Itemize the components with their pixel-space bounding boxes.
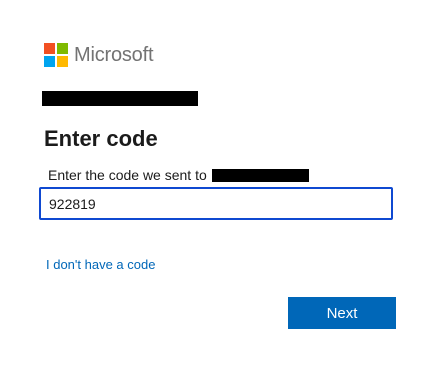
brand-name: Microsoft (74, 43, 154, 66)
microsoft-logo-icon (44, 43, 68, 67)
logo-square-yellow (57, 56, 68, 67)
next-button[interactable]: Next (288, 297, 396, 329)
redacted-account-identity (42, 91, 198, 106)
redacted-contact (211, 168, 309, 182)
microsoft-logo: Microsoft (44, 43, 154, 67)
logo-square-blue (44, 56, 55, 67)
logo-square-red (44, 43, 55, 54)
code-input[interactable] (39, 187, 393, 220)
instruction-label: Enter the code we sent to (48, 167, 207, 183)
page-title: Enter code (44, 126, 158, 151)
no-code-link[interactable]: I don't have a code (46, 257, 155, 272)
instruction-text: Enter the code we sent to (48, 167, 309, 183)
logo-square-green (57, 43, 68, 54)
